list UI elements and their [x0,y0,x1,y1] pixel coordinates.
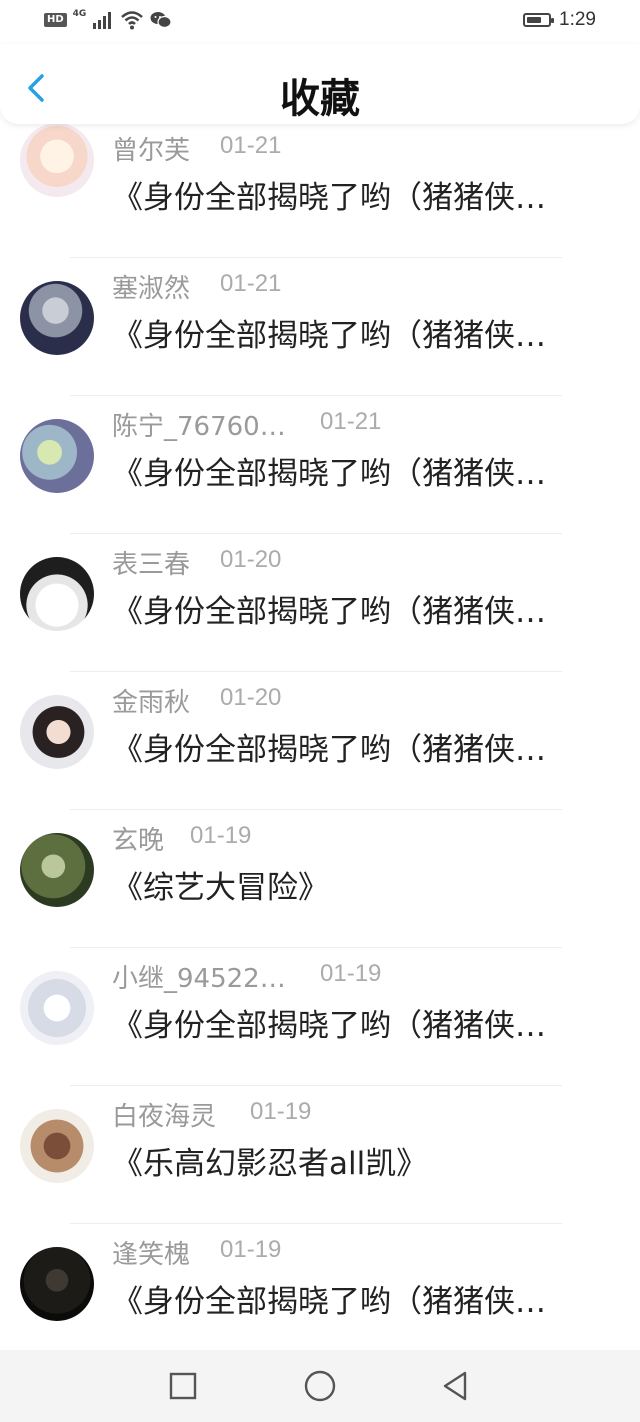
user-name: 玄晚 [112,826,165,856]
clock: 1:29 [559,9,596,30]
user-name: 小继_94522… [112,964,286,994]
list-item[interactable]: 玄晚 01-19 《综艺大冒险》 [0,810,640,948]
list-item[interactable]: 曾尔芙 01-21 《身份全部揭晓了哟（猪猪侠… [0,120,640,258]
favorite-date: 01-19 [250,1098,312,1125]
avatar [20,695,94,769]
list-item[interactable]: 金雨秋 01-20 《身份全部揭晓了哟（猪猪侠… [0,672,640,810]
system-nav-bar [0,1350,640,1422]
status-left: HD 4G [44,9,172,30]
favorite-date: 01-21 [320,408,382,435]
favorite-date: 01-21 [220,132,282,159]
user-name: 金雨秋 [112,688,191,718]
recent-apps-button[interactable] [167,1370,199,1402]
user-name: 表三春 [112,550,191,580]
avatar [20,1109,94,1183]
user-name: 白夜海灵 [112,1102,217,1132]
favorite-title: 《身份全部揭晓了哟（猪猪侠… [112,1284,546,1320]
circle-icon [304,1370,336,1402]
list-item[interactable]: 逢笑槐 01-19 《身份全部揭晓了哟（猪猪侠… [0,1224,640,1362]
favorite-date: 01-20 [220,684,282,711]
wechat-icon [150,12,172,29]
avatar [20,123,94,197]
user-name: 曾尔芙 [112,136,191,166]
page-title: 收藏 [280,76,360,122]
favorite-title: 《乐高幻影忍者all凯》 [112,1146,428,1182]
favorite-date: 01-19 [320,960,382,987]
avatar [20,557,94,631]
favorite-title: 《身份全部揭晓了哟（猪猪侠… [112,732,546,768]
avatar [20,281,94,355]
favorite-date: 01-20 [220,546,282,573]
battery-icon [523,13,555,27]
home-button[interactable] [302,1368,338,1404]
favorite-title: 《身份全部揭晓了哟（猪猪侠… [112,180,546,216]
favorite-date: 01-21 [220,270,282,297]
favorites-list: 曾尔芙 01-21 《身份全部揭晓了哟（猪猪侠… 塞淑然 01-21 《身份全部… [0,120,640,1362]
square-icon [169,1372,197,1400]
network-type: 4G [72,9,87,19]
avatar [20,1247,94,1321]
battery-level [527,17,542,23]
favorite-date: 01-19 [220,1236,282,1263]
user-name: 逢笑槐 [112,1240,191,1270]
hd-badge: HD [44,13,67,27]
favorite-title: 《综艺大冒险》 [112,870,329,906]
avatar [20,419,94,493]
wifi-icon [121,11,144,30]
user-name: 塞淑然 [112,274,191,304]
favorite-title: 《身份全部揭晓了哟（猪猪侠… [112,318,546,354]
list-item[interactable]: 表三春 01-20 《身份全部揭晓了哟（猪猪侠… [0,534,640,672]
favorite-title: 《身份全部揭晓了哟（猪猪侠… [112,456,546,492]
list-item[interactable]: 白夜海灵 01-19 《乐高幻影忍者all凯》 [0,1086,640,1224]
avatar [20,833,94,907]
list-item[interactable]: 小继_94522… 01-19 《身份全部揭晓了哟（猪猪侠… [0,948,640,1086]
nav-back-button[interactable] [439,1370,471,1402]
top-app-bar: 收藏 [0,44,640,124]
triangle-back-icon [443,1371,467,1401]
avatar [20,971,94,1045]
list-item[interactable]: 塞淑然 01-21 《身份全部揭晓了哟（猪猪侠… [0,258,640,396]
signal-icon [93,12,112,29]
status-right: 1:29 [523,9,596,31]
list-item[interactable]: 陈宁_76760… 01-21 《身份全部揭晓了哟（猪猪侠… [0,396,640,534]
status-bar: HD 4G 1:29 [0,0,640,44]
favorite-date: 01-19 [190,822,252,849]
user-name: 陈宁_76760… [112,412,286,442]
favorite-title: 《身份全部揭晓了哟（猪猪侠… [112,594,546,630]
favorite-title: 《身份全部揭晓了哟（猪猪侠… [112,1008,546,1044]
